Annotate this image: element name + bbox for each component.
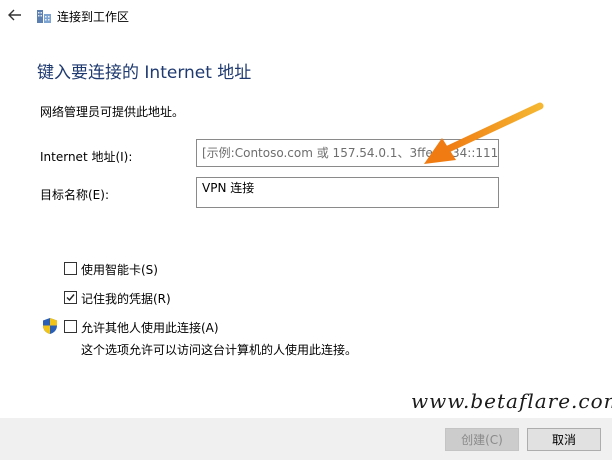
uac-shield-icon	[42, 317, 58, 335]
watermark: www.betaflare.com	[411, 389, 612, 413]
footer-bar	[0, 418, 612, 460]
destination-name-label: 目标名称(E):	[40, 188, 109, 202]
create-button[interactable]: 创建(C)	[445, 428, 519, 451]
smart-card-label[interactable]: 使用智能卡(S)	[81, 261, 158, 278]
cancel-button[interactable]: 取消	[527, 428, 601, 451]
allow-others-description: 这个选项允许可以访问这台计算机的人使用此连接。	[81, 343, 358, 357]
remember-credentials-label[interactable]: 记住我的凭据(R)	[81, 290, 171, 307]
window-title: 连接到工作区	[57, 10, 130, 24]
smart-card-checkbox[interactable]	[64, 262, 77, 275]
page-heading: 键入要连接的 Internet 地址	[37, 63, 252, 83]
info-text: 网络管理员可提供此地址。	[40, 105, 185, 119]
internet-address-label: Internet 地址(I):	[40, 150, 133, 164]
back-arrow-icon	[8, 9, 21, 21]
workplace-network-icon	[35, 7, 53, 25]
remember-credentials-checkbox[interactable]	[64, 291, 77, 304]
annotation-arrow-icon	[424, 102, 544, 164]
allow-others-label[interactable]: 允许其他人使用此连接(A)	[81, 319, 219, 336]
destination-name-input[interactable]	[196, 177, 499, 208]
checkmark-icon	[66, 294, 75, 302]
back-button[interactable]	[6, 6, 24, 24]
allow-others-checkbox[interactable]	[64, 320, 77, 333]
